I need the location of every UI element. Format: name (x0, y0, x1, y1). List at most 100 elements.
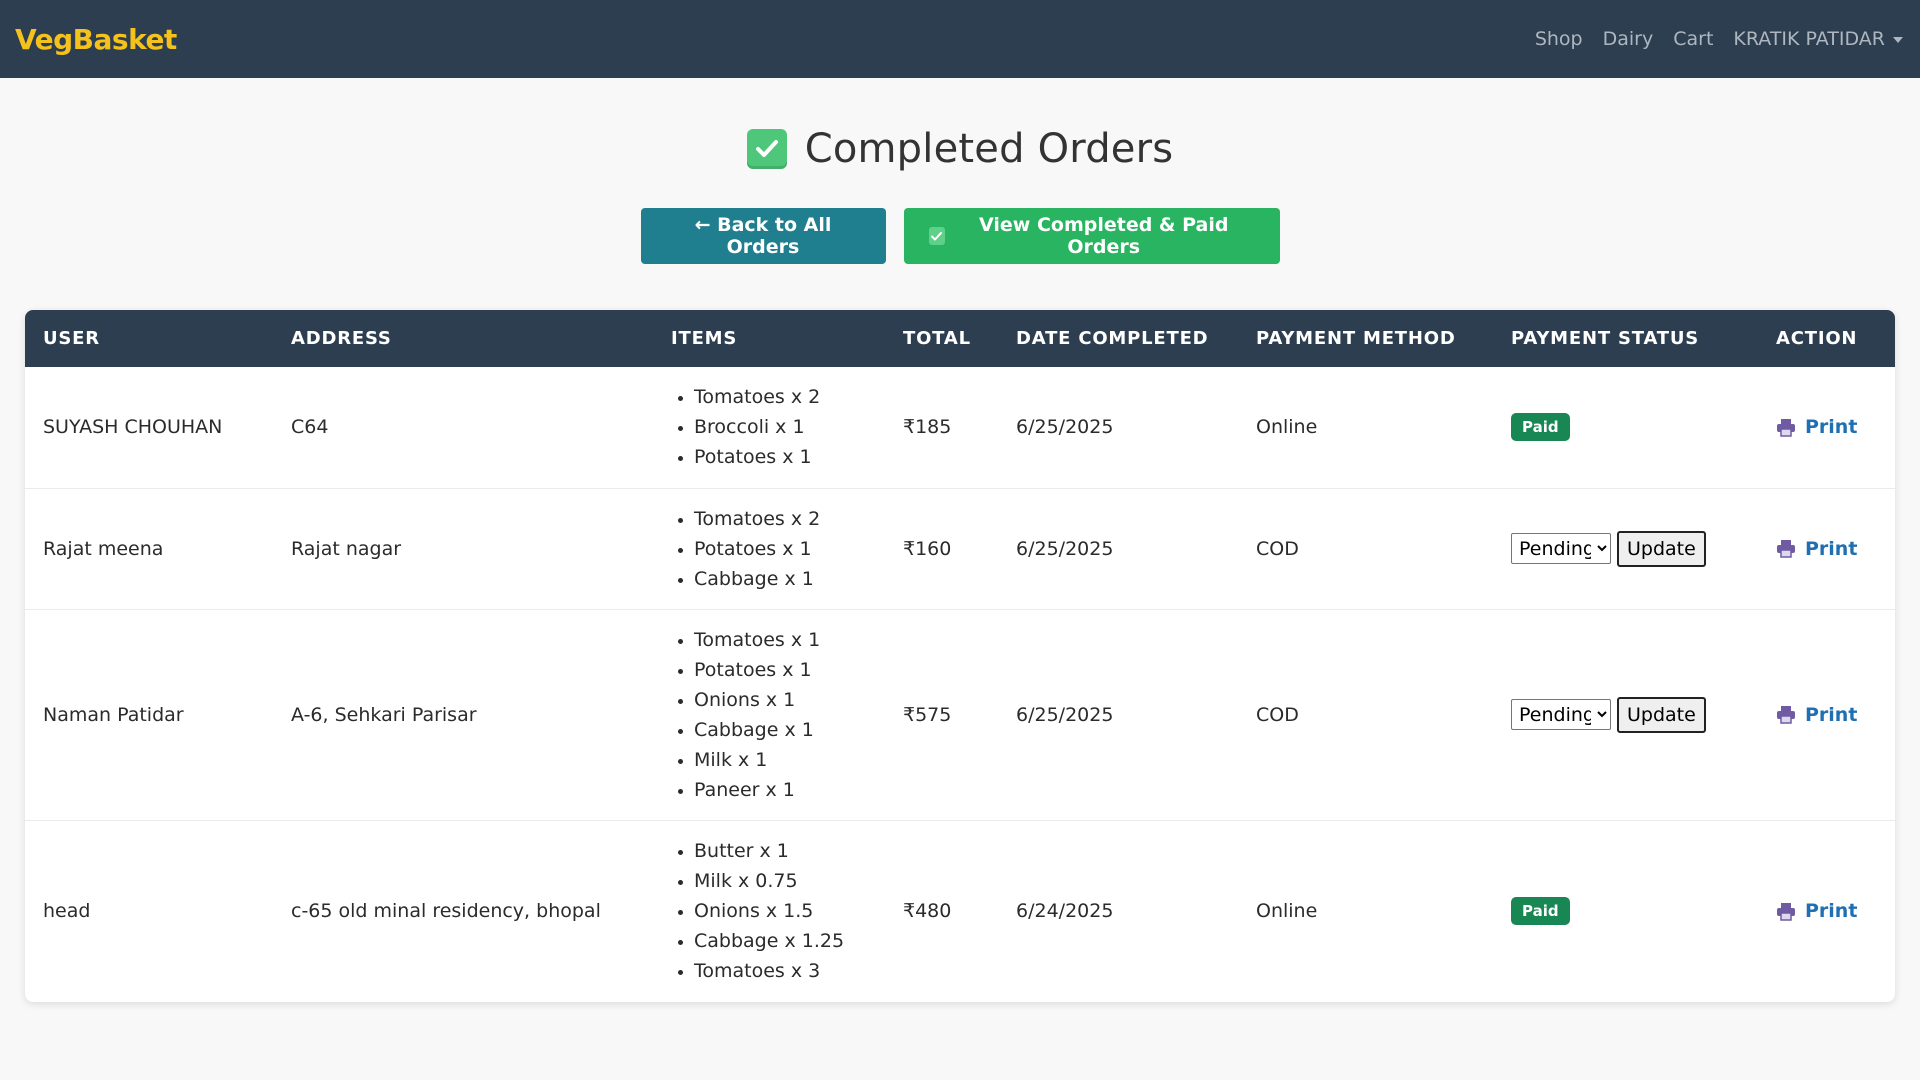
nav-link-shop[interactable]: Shop (1535, 28, 1583, 50)
cell-total: ₹160 (885, 487, 998, 609)
printer-icon (1777, 706, 1795, 724)
list-item: Tomatoes x 2 (694, 382, 867, 412)
cell-total: ₹480 (885, 819, 998, 1002)
list-item: Broccoli x 1 (694, 412, 867, 442)
header-user: USER (43, 328, 100, 349)
cell-address: C64 (291, 416, 329, 439)
cell-date: 6/25/2025 (998, 487, 1238, 609)
user-name: KRATIK PATIDAR (1733, 28, 1885, 50)
cell-action: Print (1758, 608, 1895, 820)
cell-items: Tomatoes x 2 Potatoes x 1 Cabbage x 1 (653, 487, 885, 609)
back-button-label: ← Back to All Orders (694, 214, 832, 258)
list-item: Tomatoes x 1 (694, 625, 867, 655)
navbar: VegBasket Shop Dairy Cart KRATIK PATIDAR (0, 0, 1920, 78)
page-title: Completed Orders (804, 126, 1174, 172)
cell-payment-method: COD (1238, 487, 1493, 609)
cell-total: ₹575 (885, 608, 998, 820)
cell-payment-status: Paid (1493, 819, 1758, 1002)
page-heading: Completed Orders (0, 126, 1920, 172)
orders-table-card: USER ADDRESS ITEMS TOTAL DATE COMPLETED … (25, 310, 1895, 1002)
cell-payment-status: Pending Update (1493, 608, 1758, 820)
header-date-completed: DATE COMPLETED (1016, 328, 1209, 349)
table-header-row: USER ADDRESS ITEMS TOTAL DATE COMPLETED … (25, 310, 1895, 367)
list-item: Onions x 1.5 (694, 896, 867, 926)
status-badge: Paid (1511, 413, 1570, 442)
printer-icon (1777, 540, 1795, 558)
list-item: Potatoes x 1 (694, 655, 867, 685)
list-item: Onions x 1 (694, 685, 867, 715)
list-item: Tomatoes x 3 (694, 956, 867, 986)
cell-action: Print (1758, 487, 1895, 609)
list-item: Potatoes x 1 (694, 442, 867, 472)
caret-down-icon (1893, 36, 1903, 43)
view-completed-paid-button[interactable]: View Completed & Paid Orders (903, 208, 1280, 264)
header-total: TOTAL (903, 328, 971, 349)
user-dropdown[interactable]: KRATIK PATIDAR (1733, 28, 1903, 50)
status-form: Pending Update (1511, 530, 1740, 567)
cell-user: Rajat meena (25, 487, 273, 609)
cell-date: 6/25/2025 (1016, 416, 1114, 439)
cell-total: ₹185 (903, 416, 952, 439)
payment-status-select[interactable]: Pending (1511, 533, 1611, 564)
list-item: Paneer x 1 (694, 775, 867, 805)
print-label: Print (1805, 703, 1858, 726)
table-row: head c-65 old minal residency, bhopal Bu… (25, 819, 1895, 1002)
cell-address: A-6, Sehkari Parisar (273, 608, 653, 820)
cell-user: Naman Patidar (25, 608, 273, 820)
check-mark-icon (928, 227, 945, 245)
list-item: Cabbage x 1 (694, 715, 867, 745)
cell-items: Butter x 1 Milk x 0.75 Onions x 1.5 Cabb… (653, 819, 885, 1002)
cell-date: 6/25/2025 (998, 608, 1238, 820)
list-item: Milk x 0.75 (694, 866, 867, 896)
list-item: Tomatoes x 2 (694, 504, 867, 534)
cell-payment-status: Paid (1493, 367, 1758, 488)
table-row: Rajat meena Rajat nagar Tomatoes x 2 Pot… (25, 487, 1895, 609)
action-buttons: ← Back to All Orders View Completed & Pa… (0, 208, 1920, 264)
cell-items: Tomatoes x 1 Potatoes x 1 Onions x 1 Cab… (653, 608, 885, 820)
cell-address: c-65 old minal residency, bhopal (273, 819, 653, 1002)
print-link[interactable]: Print (1776, 538, 1877, 560)
header-action: ACTION (1776, 328, 1858, 349)
cell-action: Print (1758, 819, 1895, 1002)
print-link[interactable]: Print (1776, 704, 1877, 726)
print-label: Print (1805, 537, 1858, 560)
print-label: Print (1805, 900, 1858, 923)
check-mark-icon (746, 129, 787, 169)
nav-link-cart[interactable]: Cart (1673, 28, 1713, 50)
payment-status-select[interactable]: Pending (1511, 699, 1611, 730)
list-item: Milk x 1 (694, 745, 867, 775)
update-button[interactable]: Update (1617, 530, 1706, 567)
list-item: Potatoes x 1 (694, 534, 867, 564)
print-link[interactable]: Print (1776, 900, 1877, 922)
cell-payment-status: Pending Update (1493, 487, 1758, 609)
header-address: ADDRESS (291, 328, 392, 349)
header-payment-method: PAYMENT METHOD (1256, 328, 1456, 349)
back-to-all-orders-button[interactable]: ← Back to All Orders (640, 208, 886, 264)
status-form: Pending Update (1511, 696, 1740, 733)
printer-icon (1777, 418, 1795, 437)
list-item: Cabbage x 1 (694, 564, 867, 594)
view-paid-button-label: View Completed & Paid Orders (979, 214, 1229, 258)
list-item: Cabbage x 1.25 (694, 926, 867, 956)
print-label: Print (1805, 416, 1858, 439)
cell-payment-method: Online (1256, 416, 1318, 439)
cell-payment-method: Online (1238, 819, 1493, 1002)
brand-logo[interactable]: VegBasket (15, 23, 177, 56)
orders-table: USER ADDRESS ITEMS TOTAL DATE COMPLETED … (25, 310, 1895, 1002)
printer-icon (1777, 902, 1795, 921)
table-row: SUYASH CHOUHAN C64 Tomatoes x 2 Broccoli… (25, 367, 1895, 488)
cell-action: Print (1758, 367, 1895, 488)
update-button[interactable]: Update (1617, 696, 1706, 733)
cell-date: 6/24/2025 (998, 819, 1238, 1002)
table-row: Naman Patidar A-6, Sehkari Parisar Tomat… (25, 608, 1895, 820)
cell-items: Tomatoes x 2 Broccoli x 1 Potatoes x 1 (653, 367, 885, 488)
nav-links: Shop Dairy Cart KRATIK PATIDAR (1535, 28, 1903, 50)
cell-payment-method: COD (1238, 608, 1493, 820)
nav-link-dairy[interactable]: Dairy (1603, 28, 1654, 50)
cell-address: Rajat nagar (273, 487, 653, 609)
header-payment-status: PAYMENT STATUS (1511, 328, 1700, 349)
print-link[interactable]: Print (1776, 416, 1877, 438)
cell-user: SUYASH CHOUHAN (43, 416, 223, 439)
list-item: Butter x 1 (694, 836, 867, 866)
status-badge: Paid (1511, 897, 1570, 926)
